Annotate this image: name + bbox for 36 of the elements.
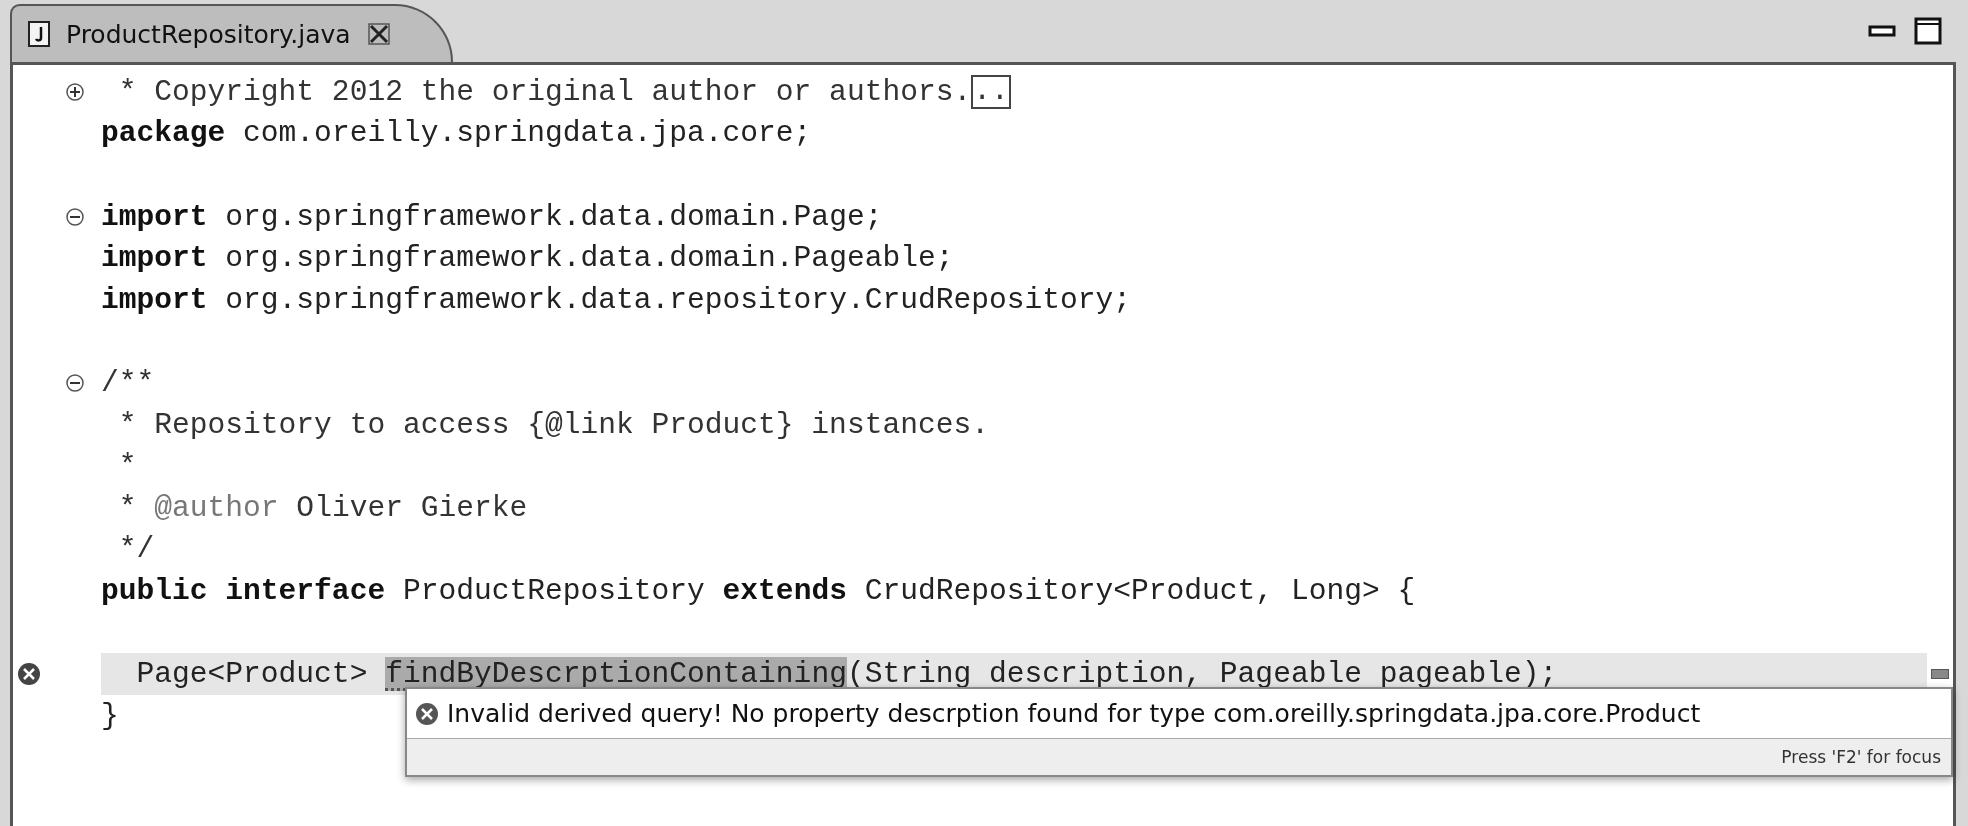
folded-text-marker: ..: [971, 75, 1011, 109]
code-text: CrudRepository<Product, Long> {: [863, 573, 1416, 608]
code-text: *: [117, 490, 138, 525]
expand-icon[interactable]: [65, 81, 85, 102]
code-text: import: [101, 199, 208, 234]
code-text: extends: [722, 573, 847, 608]
code-text: */: [117, 532, 155, 567]
code-text: import: [101, 241, 208, 276]
close-icon[interactable]: [366, 22, 391, 46]
code-text: org.springframework.data.domain.Pageable;: [224, 241, 954, 276]
code-text: org.springframework.data.repository.CrudRepository;: [224, 282, 1132, 317]
error-message: Invalid derived query! No property descrption found for type com.oreilly.springdata.jpa.core.Product: [447, 699, 1701, 728]
editor-tab[interactable]: ProductRepository.java: [10, 4, 453, 62]
code-text: }: [101, 698, 119, 733]
code-text: * Repository to access {@link Product} instances.: [117, 407, 989, 442]
error-icon: [415, 701, 439, 726]
code-text: Page<Product>: [135, 657, 369, 692]
overview-error-marker[interactable]: [1931, 669, 1949, 680]
code-text: Oliver Gierke: [295, 490, 528, 525]
code-text: * Copyright 2012 the original author or authors.: [117, 74, 972, 109]
collapse-icon[interactable]: [65, 206, 85, 227]
java-file-icon: [28, 21, 50, 47]
code-text: package: [101, 116, 226, 151]
code-text: com.oreilly.springdata.jpa.core;: [242, 116, 812, 151]
code-text: @author: [154, 490, 279, 525]
code-text: public interface: [101, 573, 386, 608]
code-text: /**: [101, 365, 155, 400]
code-text: import: [101, 282, 208, 317]
code-text: *: [117, 449, 137, 484]
code-text: org.springframework.data.domain.Page;: [224, 199, 883, 234]
minimize-icon[interactable]: [1868, 25, 1896, 37]
collapse-icon[interactable]: [65, 372, 85, 393]
error-code-text: (String description, Pageable pageable);: [846, 657, 1558, 692]
focus-hint: Press 'F2' for focus: [1781, 747, 1941, 767]
maximize-icon[interactable]: [1914, 17, 1942, 45]
code-text: ProductRepository: [401, 573, 706, 608]
